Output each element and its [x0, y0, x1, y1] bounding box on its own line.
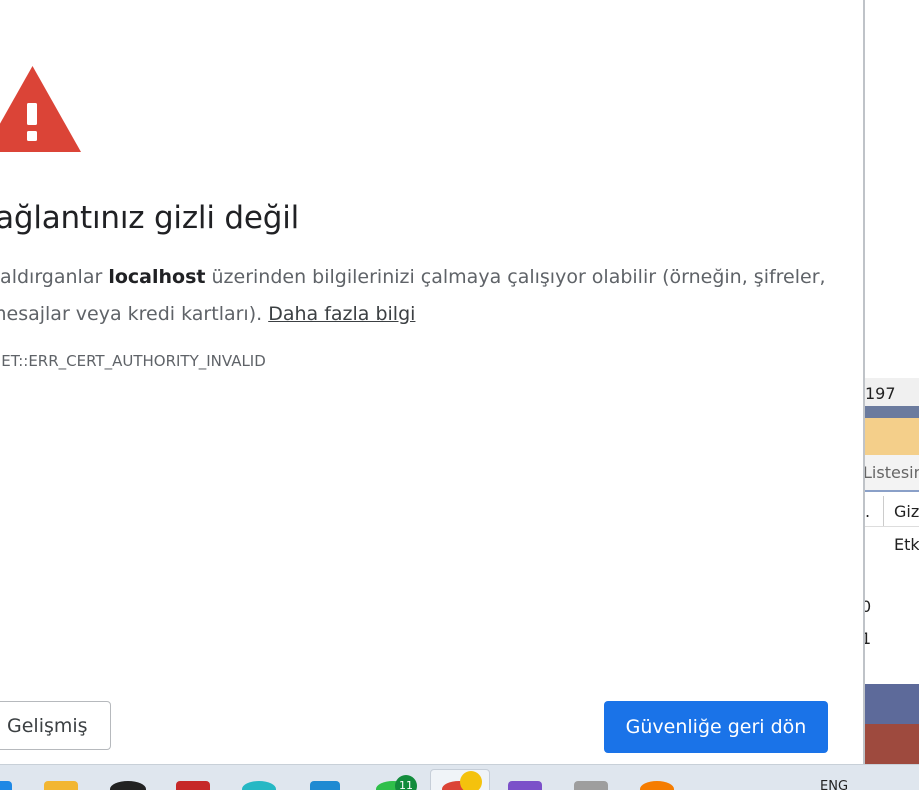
visual-studio-icon[interactable] [508, 781, 542, 790]
host-name: localhost [108, 266, 206, 288]
advanced-button[interactable]: Gelişmiş [0, 701, 111, 750]
background-cell-value: Etk [894, 535, 919, 554]
background-blue-panel [865, 684, 919, 724]
description-prefix: Saldırganlar [0, 266, 109, 288]
background-window: 197 Listesin . Giz Etk 0 1 [865, 0, 919, 764]
background-highlight-band [865, 418, 919, 455]
chrome-badge-icon [460, 771, 482, 790]
vscode-icon[interactable] [310, 781, 340, 790]
error-description: Saldırganlar localhost üzerinden bilgile… [0, 259, 848, 333]
background-row-value-1: 0 [865, 597, 872, 616]
background-col-divider [883, 496, 884, 526]
github-icon[interactable] [110, 781, 146, 790]
background-number: 197 [865, 384, 896, 403]
background-col-header-2: Giz [894, 502, 919, 521]
page-title: Bağlantınız gizli değil [0, 200, 300, 236]
learn-more-link[interactable]: Daha fazla bilgi [268, 303, 415, 325]
language-indicator[interactable]: ENG [820, 779, 848, 790]
warning-triangle-icon [0, 66, 81, 152]
taskbar: 11 ENG [0, 764, 919, 790]
description-line2: mesajlar veya kredi kartları). [0, 303, 269, 325]
description-middle: üzerinden bilgilerinizi çalmaya çalışıyo… [205, 266, 826, 288]
security-interstitial: Bağlantınız gizli değil Saldırganlar loc… [0, 0, 863, 764]
background-red-panel [865, 724, 919, 764]
background-row-value-2: 1 [865, 629, 872, 648]
app-icon[interactable] [574, 781, 608, 790]
mail-icon[interactable] [176, 781, 210, 790]
notification-badge: 11 [395, 775, 417, 790]
error-code: NET::ERR_CERT_AUTHORITY_INVALID [0, 352, 266, 370]
background-col-header-1: . [865, 502, 871, 521]
back-to-safety-button[interactable]: Güvenliğe geri dön [604, 701, 828, 753]
media-icon[interactable] [640, 781, 674, 790]
background-tab-label[interactable]: Listesin [865, 463, 919, 482]
background-dark-band [865, 406, 919, 418]
file-explorer-icon[interactable] [44, 781, 78, 790]
start-icon[interactable] [0, 781, 12, 790]
browser-icon[interactable] [242, 781, 276, 790]
